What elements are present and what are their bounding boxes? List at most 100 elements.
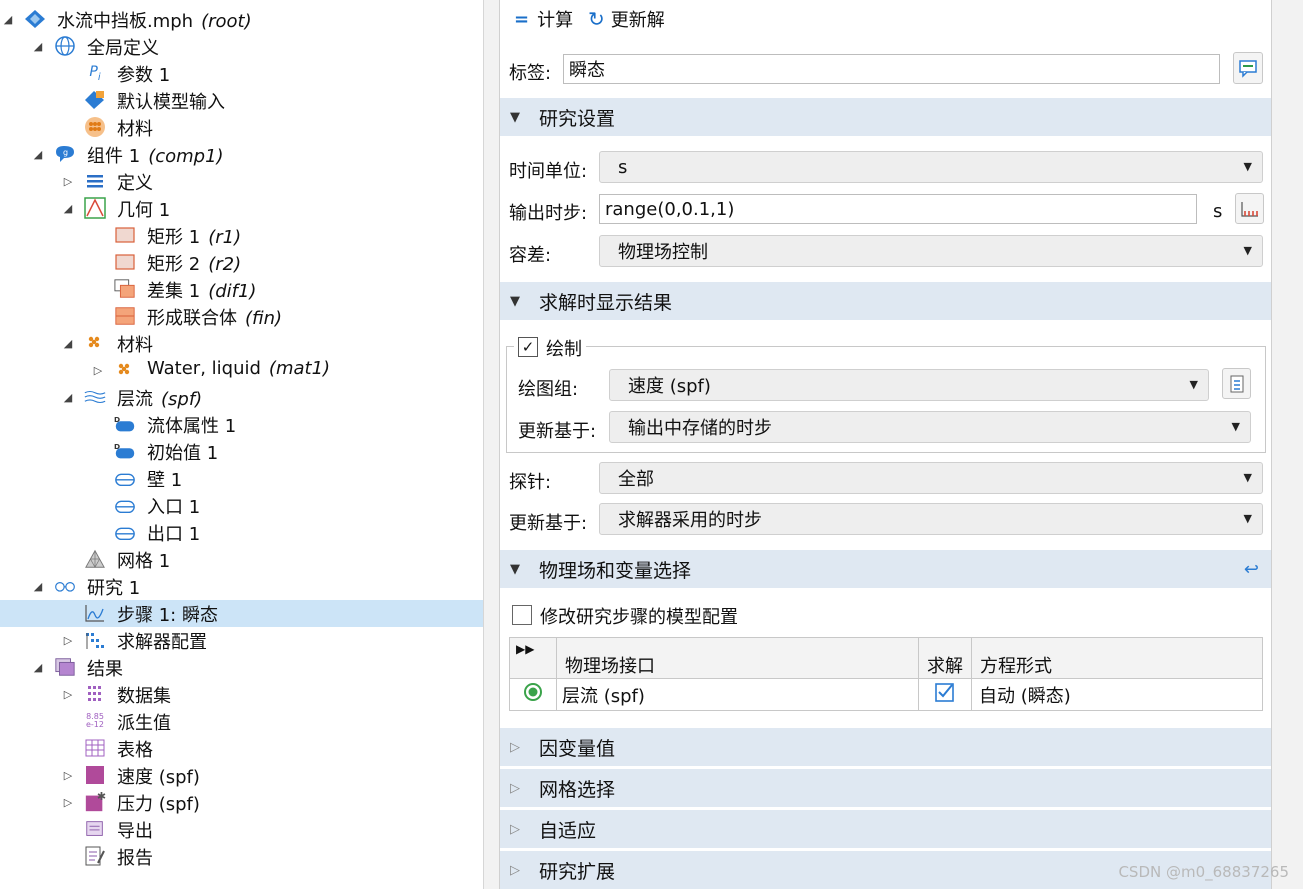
collapsed-toggle-icon[interactable]: ▷ [61,795,75,809]
section-physics-selection[interactable]: ▼ 物理场和变量选择 ↩ [500,550,1271,588]
tolerance-select[interactable]: 物理场控制 ▼ [599,235,1263,267]
tree-node[interactable]: 出口 1 [0,519,483,546]
tree-node[interactable]: 入口 1 [0,492,483,519]
parameters-icon: Pi [89,63,101,83]
right-margin [1272,0,1303,889]
collapsed-toggle-icon[interactable]: ▷ [91,363,105,377]
expanded-toggle-icon[interactable]: ◢ [31,579,45,593]
collapsed-toggle-icon[interactable]: ▷ [61,633,75,647]
tree-node[interactable]: 导出 [0,816,483,843]
tree-node-text: 几何 1 [117,200,171,221]
tree-node-label: 组件 1 (comp1) [87,142,224,168]
tree-node-label: 默认模型输入 [117,88,225,114]
expand-all-icon[interactable]: ▶▶ [509,637,557,679]
expanded-toggle-icon[interactable]: ◢ [31,39,45,53]
col-header-solve: 求解 [918,637,972,679]
collapsed-toggle-icon[interactable]: ▷ [61,174,75,188]
expanded-toggle-icon[interactable]: ◢ [1,12,15,26]
expanded-toggle-icon[interactable]: ◢ [31,147,45,161]
tree-node[interactable]: ◢ 水流中挡板.mph (root) [0,6,483,33]
probes-select[interactable]: 全部 ▼ [599,462,1263,494]
materials-icon [84,116,106,138]
modify-model-config-checkbox[interactable] [512,605,532,625]
label-input[interactable]: 瞬态 [563,54,1220,84]
output-times-input[interactable]: range(0,0.1,1) [599,194,1197,224]
plot-checkbox[interactable]: ✓ [518,337,538,357]
expanded-arrow-icon: ▼ [510,561,520,577]
node-label-button[interactable] [1233,52,1263,84]
tree-node[interactable]: 差集 1 (dif1) [0,276,483,303]
reset-icon[interactable]: ↩ [1244,559,1259,580]
table-row[interactable]: 层流 (spf) 自动 (瞬态) [509,678,1263,711]
compute-button[interactable]: = 计算 [514,6,573,32]
tree-node[interactable]: ◢ 几何 1 [0,195,483,222]
tree-node[interactable]: ▷ ✱ 压力 (spf) [0,789,483,816]
tree-node[interactable]: ◢ 结果 [0,654,483,681]
physics-table: ▶▶ 物理场接口 求解 方程形式 层流 (spf) 自动 (瞬态) [509,637,1263,711]
tree-node[interactable]: ◢ 全局定义 [0,33,483,60]
tree-node[interactable]: 形成联合体 (fin) [0,303,483,330]
section-adaptation[interactable]: ▷ 自适应 [500,810,1271,848]
tree-node[interactable]: ▷ 数据集 [0,681,483,708]
material-dots-icon [84,332,106,354]
check-icon: ✓ [521,337,535,356]
tree-node[interactable]: ▷ 求解器配置 [0,627,483,654]
tree-node-label: 流体属性 1 [147,412,236,438]
tree-node-text: 材料 [117,119,153,140]
tree-node[interactable]: ◢ 层流 (spf) [0,384,483,411]
section-mesh-selection[interactable]: ▷ 网格选择 [500,769,1271,807]
comment-icon [1239,60,1257,78]
geometry-icon [84,197,106,219]
boundary-feature-icon [114,494,136,516]
tree-node[interactable]: ◢ 研究 1 [0,573,483,600]
tree-node-label: 参数 1 [117,61,170,87]
expanded-toggle-icon[interactable]: ◢ [31,660,45,674]
range-button[interactable] [1235,193,1264,224]
svg-text:✱: ✱ [97,791,106,803]
section-dependent-values[interactable]: ▷ 因变量值 [500,728,1271,766]
tree-node-label: 壁 1 [147,466,182,492]
tree-node[interactable]: 网格 1 [0,546,483,573]
tree-node-label: 速度 (spf) [117,763,200,789]
collapsed-toggle-icon[interactable]: ▷ [61,768,75,782]
tree-node[interactable]: ◢ 材料 [0,330,483,357]
tree-node-text: 参数 1 [117,65,171,86]
splitter[interactable] [484,0,499,889]
tree-node[interactable]: 步骤 1: 瞬态 [0,600,483,627]
collapsed-arrow-icon: ▷ [510,862,520,878]
section-study-settings[interactable]: ▼ 研究设置 [500,98,1271,136]
plot-group-select[interactable]: 速度 (spf) ▼ [609,369,1209,401]
tree-node-label: 矩形 1 (r1) [147,223,241,249]
collapsed-toggle-icon[interactable]: ▷ [61,687,75,701]
expanded-toggle-icon[interactable]: ◢ [61,201,75,215]
probe-update-label: 更新基于: [509,513,588,534]
plot-group-star-icon: ✱ [84,791,106,813]
tree-node-text: 全局定义 [87,38,159,59]
tree-node[interactable]: D 流体属性 1 [0,411,483,438]
tree-node[interactable]: 默认模型输入 [0,87,483,114]
tree-node[interactable]: 报告 [0,843,483,870]
tree-node[interactable]: D 初始值 1 [0,438,483,465]
tree-node[interactable]: ▷ 速度 (spf) [0,762,483,789]
tree-node[interactable]: 矩形 2 (r2) [0,249,483,276]
tree-node[interactable]: 矩形 1 (r1) [0,222,483,249]
expanded-toggle-icon[interactable]: ◢ [61,336,75,350]
tree-node-text: 形成联合体 [147,308,237,329]
section-results-while-solving[interactable]: ▼ 求解时显示结果 [500,282,1271,320]
tree-node[interactable]: 壁 1 [0,465,483,492]
expanded-toggle-icon[interactable]: ◢ [61,390,75,404]
tree-node[interactable]: ◢ g 组件 1 (comp1) [0,141,483,168]
tree-node[interactable]: ▷ Water, liquid (mat1) [0,357,483,384]
update-at-select[interactable]: 输出中存储的时步 ▼ [609,411,1251,443]
update-solution-button[interactable]: ↻ 更新解 [588,6,665,32]
tree-node[interactable]: 表格 [0,735,483,762]
tree-node-text: 出口 1 [147,524,201,545]
tree-node[interactable]: Pi 参数 1 [0,60,483,87]
solve-checkbox[interactable] [918,678,972,711]
tree-node[interactable]: ▷ 定义 [0,168,483,195]
tree-node[interactable]: 材料 [0,114,483,141]
go-to-source-button[interactable] [1222,368,1251,399]
time-unit-select[interactable]: s ▼ [599,151,1263,183]
probe-update-select[interactable]: 求解器采用的时步 ▼ [599,503,1263,535]
tree-node[interactable]: 8.85 e-12 派生值 [0,708,483,735]
